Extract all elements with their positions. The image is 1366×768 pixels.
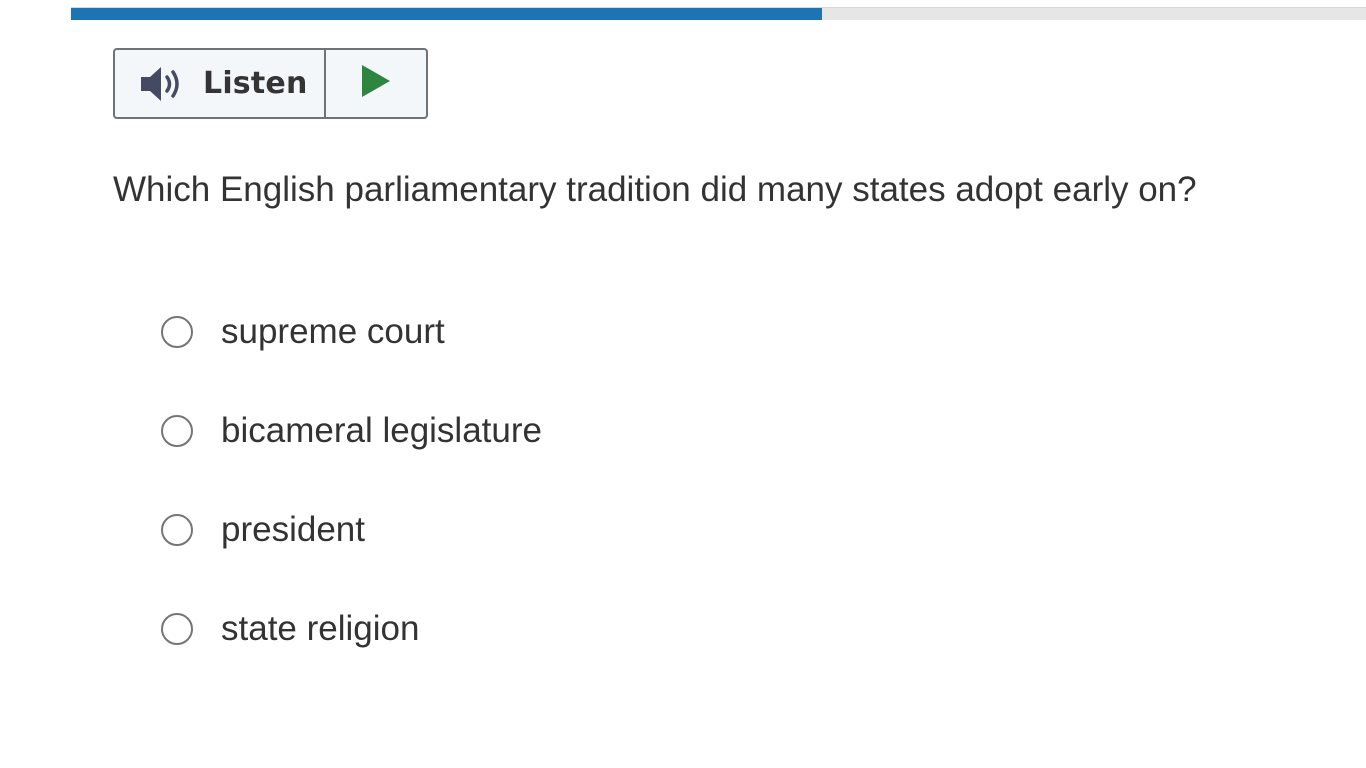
radio-button[interactable] bbox=[161, 514, 193, 546]
answer-option-label: president bbox=[221, 510, 365, 549]
progress-bar bbox=[71, 7, 1366, 20]
radio-button[interactable] bbox=[161, 613, 193, 645]
answer-options: supreme court bicameral legislature pres… bbox=[161, 307, 542, 703]
listen-toolbar: Listen bbox=[113, 48, 428, 119]
radio-button[interactable] bbox=[161, 316, 193, 348]
listen-label: Listen bbox=[203, 66, 308, 101]
answer-option[interactable]: president bbox=[161, 505, 542, 555]
question-text: Which English parliamentary tradition di… bbox=[113, 170, 1197, 209]
play-icon bbox=[360, 63, 392, 104]
answer-option[interactable]: supreme court bbox=[161, 307, 542, 357]
play-button[interactable] bbox=[326, 50, 426, 117]
answer-option[interactable]: bicameral legislature bbox=[161, 406, 542, 456]
quiz-page: Listen Which English parliamentary tradi… bbox=[0, 0, 1366, 768]
speaker-volume-icon bbox=[139, 64, 189, 104]
answer-option-label: bicameral legislature bbox=[221, 411, 542, 450]
answer-option-label: supreme court bbox=[221, 312, 445, 351]
answer-option[interactable]: state religion bbox=[161, 604, 542, 654]
radio-button[interactable] bbox=[161, 415, 193, 447]
answer-option-label: state religion bbox=[221, 609, 420, 648]
listen-button[interactable]: Listen bbox=[115, 50, 326, 117]
progress-bar-fill bbox=[71, 8, 823, 20]
